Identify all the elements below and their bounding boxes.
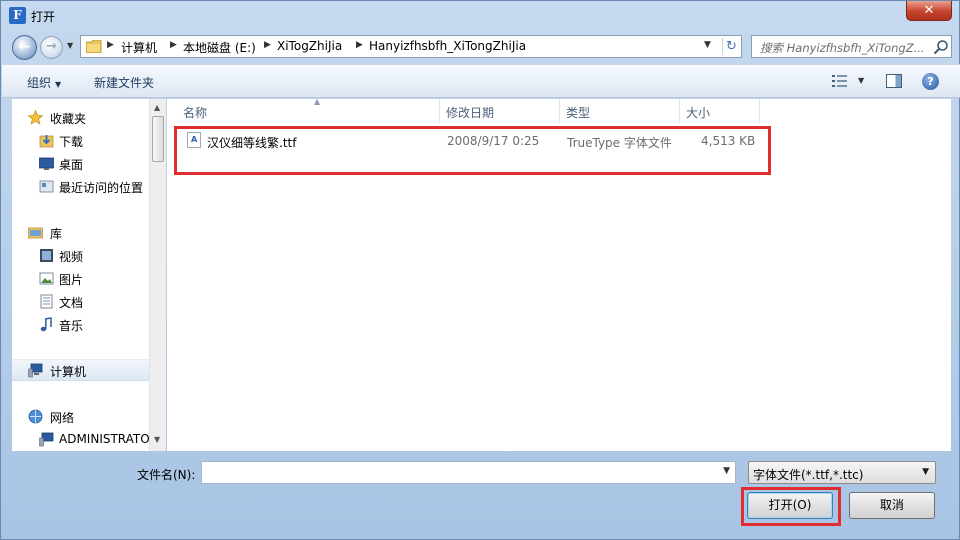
back-arrow-icon: ← (18, 39, 31, 55)
navigation-pane: 收藏夹 下载 桌面 最近访问的位置 库 视频 图片 文档 音乐 计算机 网络 A… (12, 99, 166, 451)
organize-button[interactable]: 组织 ▼ (27, 74, 61, 91)
breadcrumb-separator[interactable]: ▶ (107, 40, 114, 50)
nav-item-desktop[interactable]: 桌面 (12, 153, 150, 175)
nav-item-downloads[interactable]: 下载 (12, 130, 150, 152)
nav-item-pictures[interactable]: 图片 (12, 268, 150, 290)
nav-label: 库 (50, 227, 63, 241)
search-input[interactable]: 搜索 Hanyizfhsbfh_XiTongZ... (760, 40, 925, 56)
scroll-down-icon[interactable]: ▼ (154, 435, 160, 444)
preview-pane-icon[interactable] (886, 74, 902, 88)
app-icon: F (9, 7, 26, 24)
network-icon (28, 409, 43, 424)
search-icon[interactable] (933, 39, 949, 55)
breadcrumb-separator[interactable]: ▶ (170, 40, 177, 50)
breadcrumb-computer[interactable]: 计算机 (121, 39, 157, 56)
view-options-icon[interactable] (832, 74, 848, 88)
nav-label: ADMINISTRATO (59, 432, 150, 446)
address-history-dropdown[interactable]: ▼ (704, 40, 711, 50)
breadcrumb-hanyi-folder[interactable]: Hanyizfhsbfh_XiTongZhiJia (369, 39, 526, 53)
nav-label: 网络 (50, 411, 75, 425)
column-header-modified[interactable]: 修改日期 (440, 99, 560, 124)
open-file-dialog: F 打开 ✕ ← → ▼ ▶ 计算机 ▶ 本地磁盘 (E:) ▶ XiTogZh… (0, 0, 960, 540)
back-button[interactable]: ← (12, 35, 37, 60)
nav-label: 图片 (59, 273, 84, 287)
computer-icon (28, 363, 43, 378)
recent-locations-dropdown[interactable]: ▼ (67, 41, 77, 53)
star-icon (28, 110, 43, 125)
column-header-label: 大小 (686, 106, 711, 120)
chevron-down-icon: ▼ (922, 467, 929, 477)
nav-label: 最近访问的位置 (59, 181, 144, 195)
column-header-label: 修改日期 (446, 106, 495, 120)
chevron-down-icon: ▼ (55, 80, 62, 89)
nav-item-favorites[interactable]: 收藏夹 (12, 107, 150, 129)
open-button-highlight-box (741, 487, 841, 526)
music-note-icon (40, 317, 52, 332)
title-bar[interactable]: F 打开 ✕ (1, 1, 959, 31)
nav-label: 音乐 (59, 319, 84, 333)
desktop-icon (39, 157, 54, 170)
column-header-type[interactable]: 类型 (560, 99, 680, 124)
command-toolbar: 组织 ▼ 新建文件夹 ▼ ? (2, 64, 960, 98)
refresh-icon[interactable]: ↻ (722, 38, 740, 55)
column-header-size[interactable]: 大小 (680, 99, 760, 124)
new-folder-button[interactable]: 新建文件夹 (94, 74, 154, 91)
recent-places-icon (39, 180, 54, 193)
filename-label: 文件名(N): (137, 468, 196, 482)
column-header-label: 名称 (183, 106, 208, 120)
sort-ascending-icon: ▲ (314, 97, 321, 106)
breadcrumb-separator[interactable]: ▶ (356, 40, 363, 50)
nav-item-computer[interactable]: 计算机 (12, 359, 149, 381)
nav-label: 收藏夹 (50, 112, 87, 126)
column-header-name[interactable]: 名称 ▲ (177, 97, 440, 124)
file-type-filter[interactable]: 字体文件(*.ttf,*.ttc) ▼ (748, 461, 936, 484)
nav-label: 视频 (59, 250, 84, 264)
breadcrumb-separator[interactable]: ▶ (264, 40, 271, 50)
nav-item-libraries[interactable]: 库 (12, 222, 150, 244)
chevron-down-icon[interactable]: ▼ (723, 466, 730, 476)
nav-label: 计算机 (50, 365, 87, 379)
nav-item-network[interactable]: 网络 (12, 406, 150, 428)
scroll-thumb[interactable] (152, 116, 164, 162)
documents-icon (40, 294, 53, 309)
forward-button[interactable]: → (40, 36, 63, 59)
column-header-label: 类型 (566, 106, 591, 120)
nav-item-administrator[interactable]: ADMINISTRATO (12, 429, 150, 451)
nav-label: 文档 (59, 296, 84, 310)
video-icon (40, 249, 53, 262)
libraries-icon (28, 227, 43, 239)
nav-item-videos[interactable]: 视频 (12, 245, 150, 267)
pictures-icon (39, 272, 54, 285)
filename-field[interactable]: ▼ (201, 461, 736, 484)
close-button[interactable]: ✕ (906, 1, 952, 21)
network-computer-icon (39, 432, 54, 447)
scroll-up-icon[interactable]: ▲ (154, 103, 160, 112)
cancel-button[interactable]: 取消 (849, 492, 935, 519)
file-highlight-box (174, 126, 771, 175)
folder-icon (86, 40, 102, 53)
organize-label: 组织 (27, 76, 52, 90)
search-box[interactable]: 搜索 Hanyizfhsbfh_XiTongZ... (751, 35, 952, 58)
nav-item-music[interactable]: 音乐 (12, 314, 150, 336)
view-dropdown-arrow[interactable]: ▼ (858, 76, 864, 85)
nav-item-documents[interactable]: 文档 (12, 291, 150, 313)
breadcrumb-drive-e[interactable]: 本地磁盘 (E:) (183, 39, 256, 56)
address-bar[interactable]: ▶ 计算机 ▶ 本地磁盘 (E:) ▶ XiTogZhiJia ▶ Hanyiz… (80, 35, 742, 58)
breadcrumb-xitogzhijia[interactable]: XiTogZhiJia (277, 39, 342, 53)
nav-label: 下载 (59, 135, 84, 149)
downloads-folder-icon (39, 135, 54, 148)
nav-item-recent-places[interactable]: 最近访问的位置 (12, 176, 150, 198)
help-icon[interactable]: ? (922, 73, 939, 90)
filter-value: 字体文件(*.ttf,*.ttc) (753, 468, 864, 482)
window-title: 打开 (31, 10, 56, 24)
forward-arrow-icon: → (46, 39, 57, 54)
nav-pane-scrollbar[interactable]: ▲ ▼ (149, 99, 166, 451)
nav-label: 桌面 (59, 158, 84, 172)
